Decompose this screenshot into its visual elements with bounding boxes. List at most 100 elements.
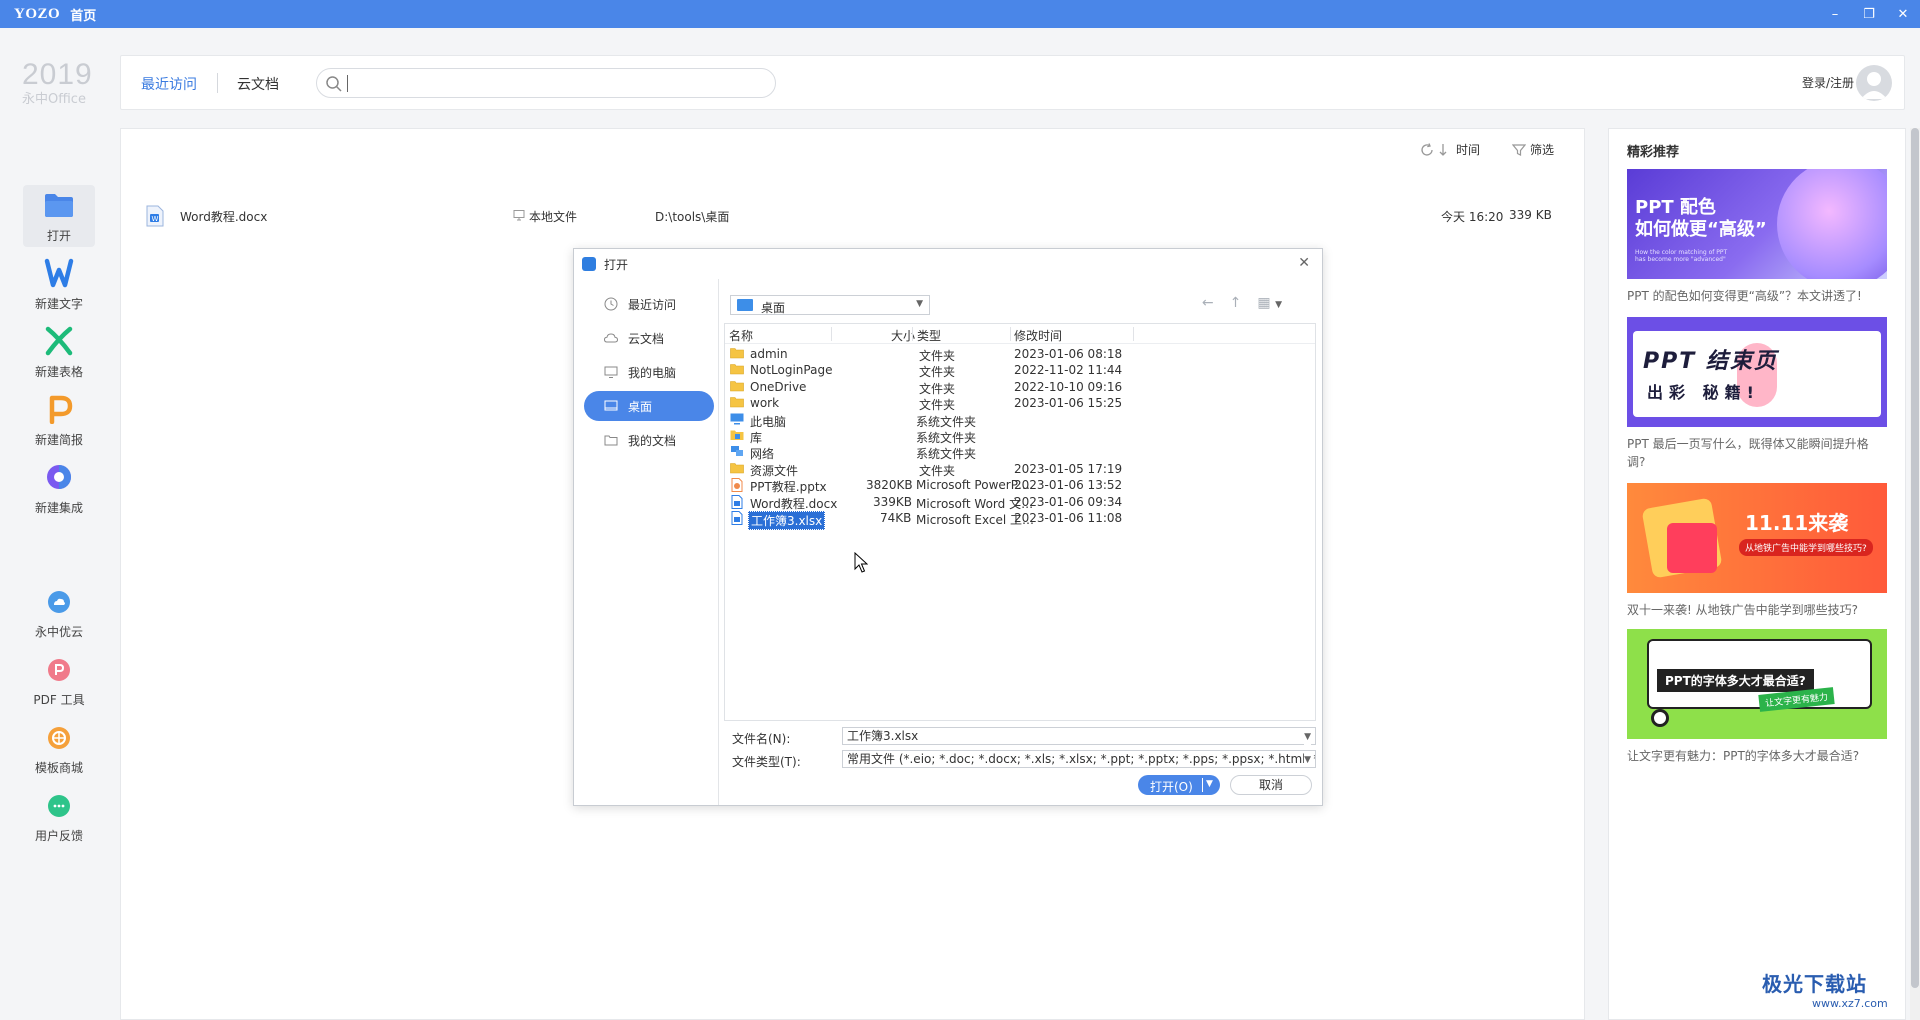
tab-cloud-docs[interactable]: 云文档 [237,74,279,94]
recommend-card[interactable]: PPT 结束页 出彩 秘籍! PPT 最后一页写什么，既得体又能瞬间提升格调? [1627,317,1887,471]
cancel-button[interactable]: 取消 [1230,775,1312,795]
file-name: work [750,396,780,411]
tool-label: PDF 工具 [33,693,85,707]
recent-file-location: 本地文件 [529,210,578,224]
sidebar-item-new-word[interactable]: 新建文字 [23,253,95,315]
folder-icon [730,462,744,474]
column-divider [1133,327,1134,341]
sidebar-item-new-sheet[interactable]: 新建表格 [23,321,95,383]
file-name: admin [750,347,788,361]
docx-file-icon: W [145,205,165,230]
card-image: 11.11来袭 从地铁广告中能学到哪些技巧? [1627,483,1887,593]
recent-file-path: D:\tools\桌面 [655,210,730,224]
window-title: 首页 [70,8,97,24]
view-mode-icon[interactable]: ▦ ▼ [1257,295,1282,311]
file-row[interactable]: 工作簿3.xlsx 74KB Microsoft Excel 工… 2023-01-0… [725,508,1315,530]
folder-icon [730,396,744,408]
tool-label: 用户反馈 [34,829,83,843]
filter-label: 筛选 [1529,143,1554,157]
dialog-title-bar: 打开 [574,249,1322,279]
up-arrow-icon[interactable]: ↑ [1230,295,1242,311]
dialog-nav-label: 我的电脑 [628,365,677,380]
tab-recent[interactable]: 最近访问 [141,74,197,94]
dialog-nav-label: 云文档 [628,331,665,346]
sort-label: 时间 [1455,143,1480,157]
file-modified: 2023-01-06 08:18 [1014,347,1123,361]
refresh-icon [1421,142,1433,156]
file-size: 339KB [873,494,913,509]
sort-time-button[interactable]: 时间 [1420,141,1480,158]
card-image: PPT 配色 如何做更“高级” How the color matching o… [1627,169,1887,279]
filetype-select[interactable]: 常用文件 (*.eio; *.doc; *.docx; *.xls; *.xls… [842,750,1316,768]
tool-feedback[interactable]: 用户反馈 [23,790,95,848]
computer-icon [730,413,744,425]
restore-button[interactable]: ❐ [1852,0,1886,28]
tool-template-store[interactable]: 模板商城 [23,722,95,780]
column-name-header[interactable]: 名称 [729,327,753,344]
pptx-file-icon [730,478,744,493]
dialog-nav-my-documents[interactable]: 我的文档 [584,425,714,455]
library-icon [730,429,744,441]
sidebar-item-new-integration[interactable]: 新建集成 [23,457,95,519]
integration-icon [43,461,75,493]
close-icon[interactable]: ✕ [1298,255,1310,271]
dialog-nav-label: 最近访问 [628,297,677,312]
chevron-down-icon[interactable]: ▼ [1304,729,1311,745]
open-file-dialog: 打开 ✕ 最近访问 云文档 我的电脑 桌面 我的文档 桌面 ▼ ← ↑ ▦ ▼ … [573,248,1323,806]
recent-file-row[interactable]: W Word教程.docx 本地文件 D:\tools\桌面 今天 16:20 … [145,201,1565,231]
recommend-card[interactable]: PPT 配色 如何做更“高级” How the color matching o… [1627,169,1887,305]
chevron-down-icon[interactable]: ▼ [1304,752,1311,767]
sidebar-item-open[interactable]: 打开 [23,185,95,247]
sidebar-item-label: 新建表格 [34,364,83,379]
recommend-card[interactable]: PPT的字体多大才最合适? 让文字更有魅力 让文字更有魅力：PPT的字体多大才最… [1627,629,1887,765]
network-icon [730,445,744,457]
card-image-title: PPT 配色 如何做更“高级” [1635,197,1767,240]
open-button[interactable]: 打开(O) ▼ [1138,775,1220,795]
recent-file-time: 今天 16:20 [1441,210,1504,224]
login-link[interactable]: 登录/注册 [1802,74,1854,91]
sidebar-item-label: 新建简报 [34,432,83,447]
filename-input[interactable]: 工作簿3.xlsx ▼ [842,727,1316,745]
pdf-icon [47,658,71,685]
avatar[interactable] [1856,65,1892,101]
location-dropdown[interactable]: 桌面 ▼ [730,295,930,315]
card-caption: 让文字更有魅力：PPT的字体多大才最合适? [1627,749,1860,763]
sort-down-icon [1439,143,1447,156]
minimize-button[interactable]: – [1818,0,1852,28]
open-button-label: 打开(O) [1150,780,1193,794]
cloud-icon [604,331,618,345]
search-box[interactable] [316,68,776,98]
recent-file-name: Word教程.docx [180,210,268,224]
search-icon [325,75,343,96]
filter-button[interactable]: 筛选 [1511,141,1554,158]
xlsx-file-icon [730,511,744,525]
close-button[interactable]: ✕ [1886,0,1920,28]
app-brand: YOZO [14,5,61,22]
chevron-down-icon[interactable]: ▼ [1206,779,1213,789]
back-arrow-icon[interactable]: ← [1202,295,1214,311]
watermark: 极光下载站 www.xz7.com [1762,968,1888,1010]
dialog-nav-my-computer[interactable]: 我的电脑 [584,357,714,387]
desktop-folder-icon [737,299,753,311]
page-scrollbar-thumb[interactable] [1911,128,1919,988]
tool-pdf[interactable]: PDF 工具 [23,654,95,712]
dialog-nav-desktop[interactable]: 桌面 [584,391,714,421]
recommend-card[interactable]: 11.11来袭 从地铁广告中能学到哪些技巧? 双十一来袭! 从地铁广告中能学到哪… [1627,483,1887,619]
tool-yozo-cloud[interactable]: 永中优云 [23,586,95,644]
sidebar-item-label: 打开 [46,228,71,243]
dialog-nav-recent[interactable]: 最近访问 [584,289,714,319]
dialog-nav-cloud[interactable]: 云文档 [584,323,714,353]
title-bar: YOZO 首页 – ❐ ✕ [0,0,1920,28]
top-header: 最近访问 云文档 登录/注册 [120,55,1905,110]
column-type-header[interactable]: 类型 [917,327,941,344]
sort-bar: 时间 筛选 [1420,141,1554,158]
file-modified: 2023-01-06 15:25 [1014,396,1123,411]
word-icon [43,257,75,289]
column-modified-header[interactable]: 修改时间 [1014,327,1062,344]
ppt-icon [43,393,75,425]
card-caption: PPT 最后一页写什么，既得体又能瞬间提升格调? [1627,437,1869,469]
sidebar-item-new-slides[interactable]: 新建简报 [23,389,95,451]
folder-icon [730,380,744,392]
column-divider [912,327,913,341]
watermark-title: 极光下载站 [1762,972,1867,996]
